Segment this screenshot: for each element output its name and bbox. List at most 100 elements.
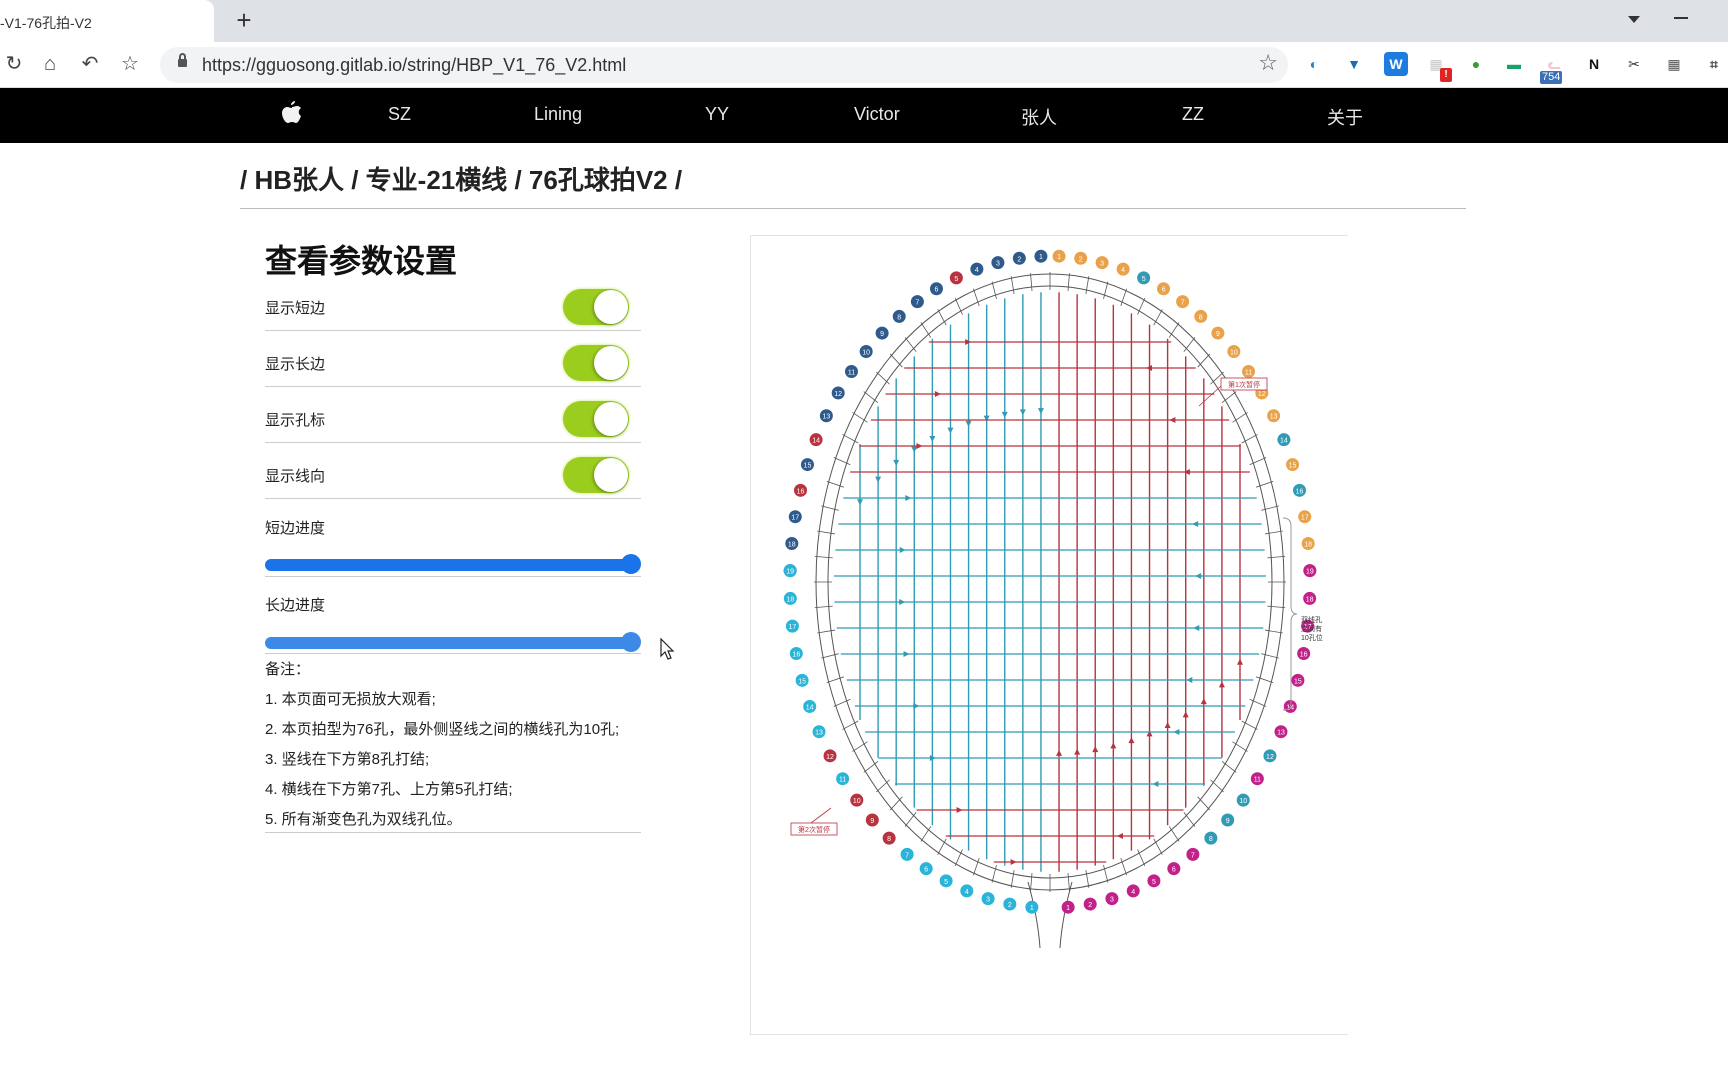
- nav-item[interactable]: 张人: [1021, 104, 1057, 130]
- string-direction-arrow: [1169, 417, 1176, 423]
- shaft-left: [1027, 881, 1041, 949]
- grommet-divider: [876, 371, 890, 385]
- grommet-divider: [1085, 869, 1090, 888]
- bookmark-page-star-icon[interactable]: ☆: [1258, 50, 1278, 76]
- nav-item[interactable]: ZZ: [1182, 104, 1204, 125]
- apple-logo-icon[interactable]: [282, 100, 302, 126]
- notion-extension-icon[interactable]: N: [1582, 52, 1606, 76]
- grommet-divider: [1168, 826, 1180, 842]
- toggle-switch[interactable]: [563, 345, 629, 381]
- hole-number: 3: [986, 897, 990, 904]
- grid-extension-icon[interactable]: ▦: [1662, 52, 1686, 76]
- hole-number: 17: [791, 515, 799, 522]
- grommet-divider: [1267, 605, 1286, 608]
- string-direction-arrow: [1146, 730, 1153, 737]
- double-holes-note: 之间有: [1301, 624, 1322, 633]
- hole-number: 16: [1296, 488, 1304, 495]
- funnel-extension-icon[interactable]: ▼: [1342, 52, 1366, 76]
- grommet-divider: [1010, 869, 1015, 888]
- hole-number: 9: [880, 331, 884, 338]
- string-direction-arrow: [1186, 677, 1193, 683]
- hole-number: 4: [1131, 889, 1135, 896]
- scissors-extension-icon[interactable]: ✂: [1622, 52, 1646, 76]
- hole-number: 7: [1191, 852, 1195, 859]
- hole-number: 2: [1079, 256, 1083, 263]
- hole-number: 6: [1162, 287, 1166, 294]
- globe-extension-icon[interactable]: ●: [1464, 52, 1488, 76]
- string-direction-arrow: [934, 391, 941, 397]
- grommet-divider: [821, 653, 839, 659]
- browser-tab-active[interactable]: 表-V1-76孔拍-V2: [0, 0, 214, 42]
- lock-icon: [178, 53, 187, 67]
- string-direction-arrow: [1110, 742, 1117, 749]
- toggle-knob: [594, 458, 628, 492]
- grommet-divider: [1221, 761, 1237, 773]
- nav-item[interactable]: YY: [705, 104, 729, 125]
- address-bar[interactable]: https://gguosong.gitlab.io/string/HBP_V1…: [160, 47, 1288, 83]
- hole-number: 12: [834, 391, 842, 398]
- url-text[interactable]: https://gguosong.gitlab.io/string/HBP_V1…: [202, 55, 626, 76]
- grommet-divider: [920, 826, 932, 842]
- toggle-switch[interactable]: [563, 457, 629, 493]
- nav-item[interactable]: 关于: [1327, 104, 1363, 130]
- note-item: 3. 竖线在下方第8孔打结;: [265, 751, 430, 768]
- hole-number: 5: [1152, 879, 1156, 886]
- back-undo-icon[interactable]: ↶: [76, 50, 104, 78]
- short-side-progress-slider[interactable]: [265, 553, 641, 575]
- new-tab-button[interactable]: +: [230, 6, 258, 34]
- slider-thumb[interactable]: [621, 554, 641, 574]
- string-direction-arrow: [1092, 746, 1099, 753]
- hole-number: 19: [1306, 569, 1314, 576]
- slider-thumb[interactable]: [621, 632, 641, 652]
- hole-number: 9: [1226, 818, 1230, 825]
- grommet-divider: [817, 530, 836, 535]
- hole-number: 8: [897, 314, 901, 321]
- toggle-row: 显示孔标: [265, 387, 641, 443]
- w-extension-icon[interactable]: W: [1384, 52, 1408, 76]
- nav-item[interactable]: Lining: [534, 104, 582, 125]
- grommet-divider: [920, 322, 932, 338]
- toggle-label: 显示短边: [265, 300, 326, 317]
- divider: [265, 653, 641, 654]
- string-direction-arrow: [899, 599, 906, 605]
- hole-number: 2: [1008, 902, 1012, 909]
- string-direction-arrow: [1192, 521, 1199, 527]
- hole-number: 4: [965, 889, 969, 896]
- grommet-divider: [1264, 629, 1283, 634]
- puzzle-extension-icon[interactable]: ▦!: [1424, 52, 1452, 82]
- slider-track[interactable]: [265, 559, 631, 571]
- hole-number: 10: [1230, 349, 1238, 356]
- pause-2-label: 第2次暂停: [798, 825, 830, 834]
- green-extension-icon[interactable]: ▬: [1502, 52, 1526, 76]
- slider-track[interactable]: [265, 637, 631, 649]
- hole-number: 11: [1254, 777, 1261, 784]
- note-item: 4. 横线在下方第7孔、上方第5孔打结;: [265, 781, 513, 798]
- minimize-window-button[interactable]: [1674, 17, 1688, 19]
- string-direction-arrow: [911, 446, 918, 453]
- crop-extension-icon[interactable]: ⌗: [1702, 52, 1726, 76]
- sailboat-extension-icon[interactable]: ◐: [1302, 52, 1326, 76]
- toggle-switch[interactable]: [563, 401, 629, 437]
- hole-number: 14: [806, 704, 814, 711]
- hole-number: 14: [812, 438, 820, 445]
- string-direction-arrow: [916, 443, 923, 449]
- nav-item[interactable]: SZ: [388, 104, 411, 125]
- reload-icon[interactable]: ↻: [0, 50, 28, 78]
- bookmark-star-icon[interactable]: ☆: [116, 50, 144, 78]
- grommet-divider: [1183, 812, 1196, 827]
- grommet-divider: [1197, 796, 1211, 811]
- frame-outer: [815, 273, 1285, 891]
- tab-search-dropdown-icon[interactable]: [1628, 16, 1640, 23]
- grommet-divider: [863, 391, 879, 403]
- home-icon[interactable]: ⌂: [36, 50, 64, 78]
- hole-number: 5: [944, 879, 948, 886]
- toggle-label: 显示孔标: [265, 412, 326, 429]
- string-direction-arrow: [1173, 729, 1180, 735]
- nav-item[interactable]: Victor: [854, 104, 900, 125]
- hole-number: 4: [1121, 267, 1125, 274]
- cat-extension-icon[interactable]: ᓚ 754: [1540, 52, 1566, 84]
- grommet-divider: [876, 779, 890, 793]
- long-side-progress-slider[interactable]: [265, 631, 641, 653]
- toggle-switch[interactable]: [563, 289, 629, 325]
- toggle-row: 显示长边: [265, 331, 641, 387]
